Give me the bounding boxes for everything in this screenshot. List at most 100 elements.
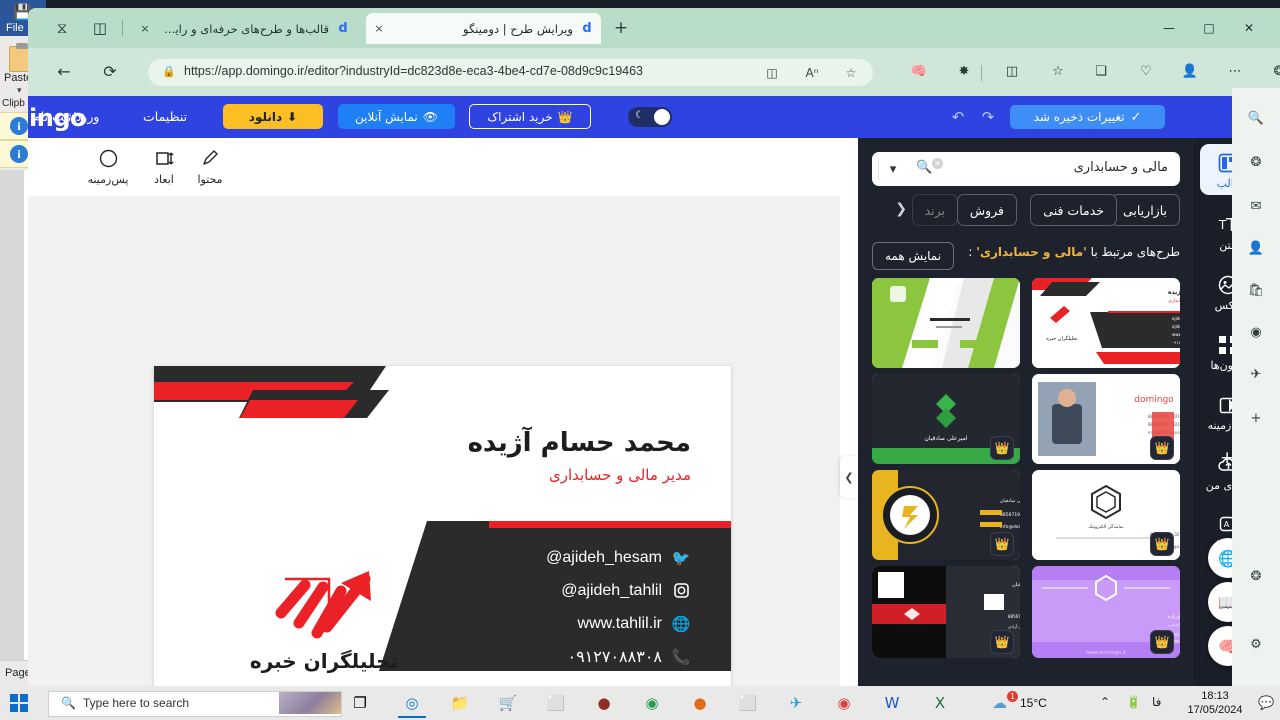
language-indicator[interactable]: فا (1152, 695, 1161, 709)
outlook-icon[interactable]: ✉ (1245, 196, 1267, 218)
notification-icon[interactable]: 💬 (1258, 696, 1274, 711)
maximize-button[interactable]: □ (1196, 19, 1222, 37)
split-screen-icon[interactable]: ◫ (1001, 61, 1023, 83)
collections-icon[interactable]: ❏ (1090, 61, 1112, 83)
browser-tab-1[interactable]: d قالب‌ها و طرح‌های حرفه‌ای و رایگان × (132, 13, 357, 44)
chip-brand[interactable]: برند (911, 194, 958, 226)
shopping-icon[interactable]: 🛍 (1245, 280, 1267, 302)
card-role[interactable]: مدیر مالی و حسابداری (549, 466, 691, 484)
template-thumbnail[interactable]: امیرعلی صادقیان 👑 (872, 374, 1020, 464)
settings-more-icon[interactable]: ⋯ (1224, 61, 1246, 83)
contact-row[interactable]: 📞 ۰۹۱۲۷۰۸۸۳۰۸ (391, 640, 691, 673)
svg-text:امیر علی صادقیان: امیر علی صادقیان (1012, 582, 1020, 588)
auth-link[interactable]: ورود/ثبت نام (33, 109, 99, 124)
taskbar-clock[interactable]: 18:13 17/05/2024 (1178, 689, 1252, 717)
chip-technical-services[interactable]: خدمات فنی (1030, 194, 1117, 226)
office-icon[interactable]: ◉ (1245, 322, 1267, 344)
app-green-icon[interactable]: ⬜ (734, 690, 762, 716)
info-icon: i (10, 145, 28, 163)
chevron-left-icon[interactable]: ❮ (895, 201, 907, 217)
undo-button[interactable]: ↶ (948, 107, 968, 127)
tool-background[interactable]: پس‌زمینه (78, 146, 138, 186)
firefox-icon[interactable]: ● (686, 690, 714, 716)
camtasia-icon[interactable]: ⬜ (542, 690, 570, 716)
back-icon[interactable]: ← (52, 60, 76, 84)
address-bar[interactable]: 🔒 https://app.domingo.ir/editor?industry… (148, 59, 873, 86)
windows-start-icon[interactable] (10, 694, 28, 712)
dark-mode-toggle[interactable]: ☾ (628, 107, 672, 127)
download-button[interactable]: ⬇ دانلود (223, 104, 323, 129)
taskbar-search[interactable]: 🔍 Type here to search (48, 691, 342, 717)
redo-button[interactable]: ↷ (978, 107, 998, 127)
tool-content[interactable]: محتوا (180, 146, 240, 186)
show-all-button[interactable]: نمایش همه (872, 242, 955, 270)
settings-link[interactable]: تنظیمات (143, 109, 187, 124)
search-icon: 🔍 (61, 696, 76, 710)
filter-icon[interactable]: ▾ (878, 158, 907, 180)
collapse-panel-button[interactable]: ❯ (840, 456, 858, 498)
contact-row[interactable]: @ajideh_tahlil (391, 574, 691, 607)
user-icon[interactable]: 👤 (1245, 238, 1267, 260)
chip-sales[interactable]: فروش (956, 194, 1017, 226)
minimize-button[interactable]: — (1156, 19, 1182, 37)
settings-gear-icon[interactable]: ⚙ (1245, 634, 1267, 656)
chrome-icon[interactable]: ◉ (638, 690, 666, 716)
taskbar-weather[interactable]: ☁ 1 15°C (992, 691, 1092, 715)
add-sidebar-icon[interactable]: + (1245, 408, 1267, 430)
search-input[interactable] (936, 159, 1170, 176)
new-tab-button[interactable]: + (612, 20, 630, 38)
canvas-area[interactable]: محمد حسام آژیده مدیر مالی و حسابداری 🐦 @… (28, 196, 840, 686)
contact-row[interactable]: 🌐 www.tahlil.ir (391, 607, 691, 640)
business-card-design[interactable]: محمد حسام آژیده مدیر مالی و حسابداری 🐦 @… (154, 366, 731, 686)
copilot-app-icon[interactable]: ❂ (1245, 566, 1267, 588)
template-thumbnail[interactable]: domingo 021 - 88567190 021 - 88567191 in… (1032, 374, 1180, 464)
media-icon[interactable]: ◉ (830, 690, 858, 716)
template-thumbnail[interactable] (872, 278, 1020, 368)
template-thumbnail[interactable]: امیر علی صادقیان 021 - 88567190 تهران - … (872, 566, 1020, 658)
excel-icon[interactable]: X (926, 690, 954, 716)
profile-icon[interactable]: 👤 (1179, 61, 1201, 83)
task-view-icon[interactable]: ❐ (346, 690, 374, 716)
battery-charging-icon[interactable]: 🔋 (1126, 695, 1141, 709)
card-name[interactable]: محمد حسام آژیده (468, 428, 691, 458)
template-thumbnail[interactable]: امیر علی صادق‌زاده طراح و گرافیست 021 - … (1032, 566, 1180, 658)
telegram-icon[interactable]: ✈ (782, 690, 810, 716)
split-screen-icon[interactable]: ◫ (763, 64, 781, 82)
search-icon[interactable]: 🔍 (1245, 108, 1267, 130)
file-explorer-icon[interactable]: 📁 (446, 690, 474, 716)
extensions-icon[interactable]: ✸ (953, 61, 975, 83)
live-preview-button[interactable]: 👁 نمایش آنلاین (338, 104, 455, 129)
template-thumbnail-selected[interactable]: محمد حسام آژیده مدیر مالی و حسابداری @aj… (1032, 278, 1180, 368)
paste-dropdown-caret[interactable]: ▾ (17, 86, 22, 96)
copilot-icon[interactable]: 🧠 (908, 61, 930, 83)
copilot-sidebar-icon[interactable]: ❂ (1268, 61, 1280, 83)
template-thumbnail[interactable]: امیرعلی صادقیان 021 - 88567190 info@domi… (872, 470, 1020, 560)
browser-tab-2-active[interactable]: d ویرایش طرح | دومینگو × (366, 13, 601, 44)
copilot-icon[interactable]: ❂ (1245, 152, 1267, 174)
reload-icon[interactable]: ⟳ (98, 60, 122, 84)
subscribe-button[interactable]: 👑 خرید اشتراک (469, 104, 591, 129)
edge-icon[interactable]: ◎ (398, 690, 426, 718)
window-close-button[interactable]: ✕ (1236, 19, 1262, 37)
contact-row[interactable]: 🐦 @ajideh_hesam (391, 541, 691, 574)
search-icon[interactable]: 🔍 (916, 160, 932, 175)
template-thumbnail[interactable]: نمایندگی الکترونیک 021 - 88567190 info@d… (1032, 470, 1180, 560)
favorite-star-icon[interactable]: ☆ (842, 64, 860, 82)
word-file-menu[interactable]: File (6, 22, 24, 34)
favorites-icon[interactable]: ☆ (1047, 61, 1069, 83)
crown-icon: 👑 (1150, 630, 1174, 654)
close-icon[interactable]: × (138, 22, 152, 36)
powerdirector-icon[interactable]: ● (590, 690, 618, 716)
browser-essentials-icon[interactable]: ♡ (1135, 61, 1157, 83)
telegram-icon[interactable]: ✈ (1245, 364, 1267, 386)
results-query: 'مالی و حسابداری' (976, 245, 1087, 259)
chip-marketing[interactable]: بازاریابی (1109, 194, 1180, 226)
tab-search-icon[interactable]: ⧖ (52, 18, 72, 38)
close-icon[interactable]: × (372, 22, 386, 36)
tab-split-icon[interactable]: ◫ (90, 18, 110, 38)
word-icon[interactable]: W (878, 690, 906, 716)
read-aloud-icon[interactable]: Aⁿ (803, 64, 821, 82)
card-logo[interactable]: تحلیلگران خبره (244, 561, 404, 673)
store-icon[interactable]: 🛒 (494, 690, 522, 716)
tray-chevron-icon[interactable]: ⌃ (1100, 695, 1110, 709)
